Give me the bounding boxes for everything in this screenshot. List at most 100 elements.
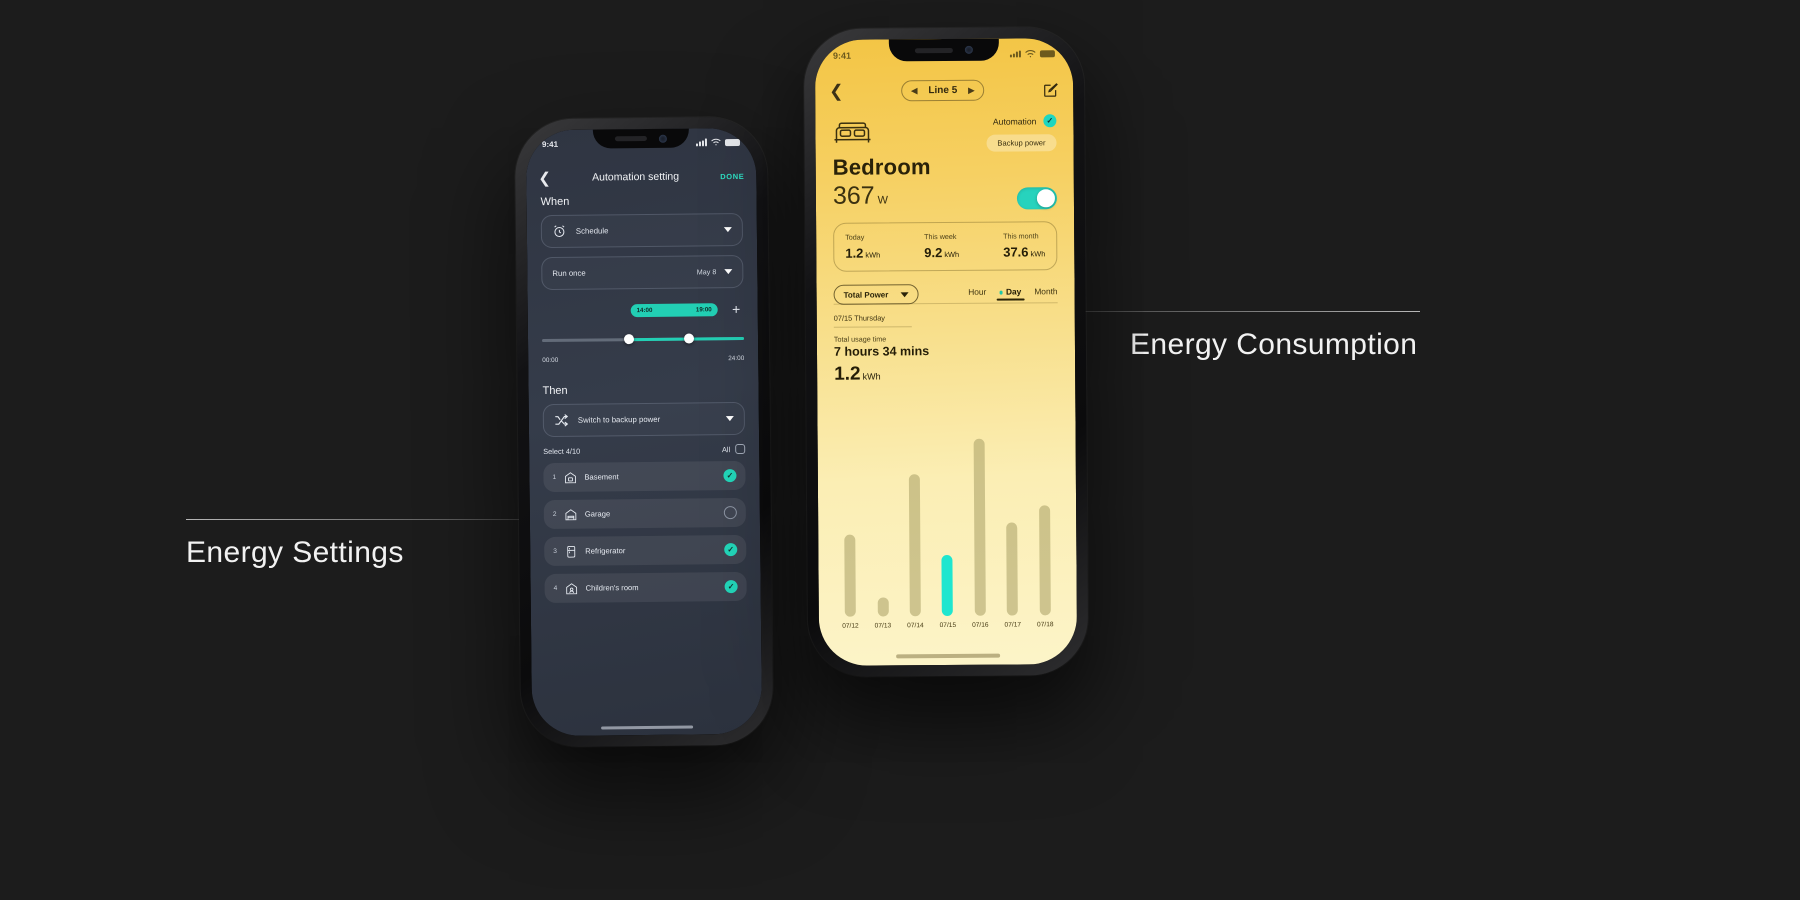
power-toggle[interactable] (1016, 187, 1058, 210)
trigger-schedule-label: Schedule (575, 226, 609, 236)
callout-label-energy-settings: Energy Settings (186, 536, 404, 569)
chart-bar-group[interactable]: 07/17 (997, 438, 1027, 629)
device-check-icon[interactable] (723, 506, 737, 520)
repeat-run-once-row[interactable]: Run once May 8 (541, 254, 744, 291)
wifi-icon (1025, 50, 1036, 58)
childrens-room-icon (566, 582, 578, 594)
chart-bar-group[interactable]: 07/13 (867, 439, 897, 630)
chart-bar[interactable] (908, 473, 921, 617)
tab-month[interactable]: Month (1034, 286, 1057, 300)
caret-down-icon[interactable] (723, 227, 732, 233)
automation-check-icon[interactable]: ✓ (1043, 114, 1057, 128)
done-button[interactable]: DONE (720, 171, 744, 180)
device-list-item[interactable]: 2 Garage (543, 497, 746, 530)
current-power-value: 367 W (833, 181, 888, 210)
slider-knob-start[interactable] (623, 334, 634, 345)
device-check-icon[interactable]: ✓ (723, 469, 737, 483)
action-label: Switch to backup power (577, 414, 661, 425)
back-chevron-icon[interactable]: ❮ (538, 169, 551, 186)
selected-date-label: 07/15 Thursday (833, 313, 912, 328)
settings-nav-bar: ❮ Automation setting DONE (526, 162, 756, 192)
battery-icon (724, 138, 741, 146)
trigger-schedule-row[interactable]: Schedule (540, 212, 744, 249)
device-check-icon[interactable]: ✓ (724, 543, 738, 557)
automation-status[interactable]: Automation ✓ (993, 114, 1057, 128)
back-chevron-icon[interactable]: ❮ (829, 81, 843, 100)
power-row: 367 W (833, 180, 1058, 211)
wifi-icon (711, 138, 721, 146)
time-range-slider[interactable]: 14:00 19:00 + 00:00 24:00 (542, 297, 745, 391)
callout-line-right (1046, 311, 1420, 312)
action-switch-backup-row[interactable]: Switch to backup power (542, 401, 746, 438)
slider-track[interactable] (542, 333, 745, 345)
select-all-control[interactable]: All (722, 443, 746, 455)
slider-knob-end[interactable] (684, 333, 695, 344)
tab-hour[interactable]: Hour (968, 287, 986, 301)
stat-unit: kWh (865, 250, 881, 260)
caret-down-icon[interactable] (725, 416, 734, 422)
callout-label-energy-consumption: Energy Consumption (1130, 328, 1418, 361)
chart-bar-group[interactable]: 07/15 (932, 439, 962, 629)
chart-x-label: 07/12 (842, 622, 859, 630)
chart-bar[interactable] (973, 438, 986, 616)
device-check-icon[interactable]: ✓ (724, 580, 738, 594)
garage-icon (565, 508, 577, 520)
stat-this-week: This week 9.2 kWh (924, 232, 959, 260)
battery-icon (1039, 50, 1055, 58)
device-index: 2 (552, 510, 557, 518)
refrigerator-icon (567, 545, 576, 558)
chart-x-label: 07/16 (972, 621, 989, 629)
stat-value: 1.2 kWh (845, 245, 881, 261)
prev-line-arrow-icon[interactable]: ◀ (911, 86, 917, 95)
device-name: Garage (584, 509, 611, 519)
metric-dropdown[interactable]: Total Power (833, 284, 919, 305)
status-time: 9:41 (832, 50, 851, 61)
chart-bar-group[interactable]: 07/18 (1029, 438, 1059, 628)
device-index: 1 (552, 473, 557, 481)
chart-bar-group[interactable]: 07/12 (835, 440, 865, 630)
next-line-arrow-icon[interactable]: ▶ (968, 85, 974, 94)
day-energy-unit: kWh (862, 371, 881, 382)
chart-bar-highlighted[interactable] (941, 555, 954, 617)
chart-bar[interactable] (1038, 505, 1051, 616)
device-list-item[interactable]: 1 Basement ✓ (543, 460, 746, 493)
screenshot-stage: Energy Settings Energy Consumption 9:41 (0, 0, 1800, 900)
bed-icon (834, 122, 871, 143)
energy-bar-chart[interactable]: 07/12 07/13 07/14 07/15 07/16 07/17 07/1… (835, 438, 1060, 630)
room-header-row: Automation ✓ Backup power (832, 114, 1057, 153)
chart-bar[interactable] (877, 597, 889, 617)
caret-down-icon[interactable] (900, 291, 909, 297)
tab-day[interactable]: Day (999, 286, 1021, 300)
repeat-label: Run once (552, 268, 586, 278)
stat-today: Today 1.2 kWh (845, 232, 881, 261)
device-list-item[interactable]: 4 Children's room ✓ (544, 571, 747, 604)
period-tabs: Hour Day Month (968, 286, 1058, 301)
active-dot-icon (999, 290, 1003, 295)
chart-bar[interactable] (1006, 522, 1019, 616)
line-selector[interactable]: ◀ Line 5 ▶ (901, 79, 985, 101)
stat-value: 37.6 kWh (1003, 244, 1046, 260)
chart-bar[interactable] (844, 534, 856, 617)
backup-power-badge[interactable]: Backup power (986, 134, 1057, 152)
metric-label: Total Power (843, 289, 889, 300)
device-name: Refrigerator (585, 546, 626, 556)
line-label: Line 5 (928, 84, 958, 96)
chart-bar-group[interactable]: 07/16 (964, 438, 994, 629)
chart-x-label: 07/15 (939, 621, 957, 630)
stat-this-month: This month 37.6 kWh (1003, 231, 1045, 259)
edit-pencil-icon[interactable] (1042, 81, 1059, 98)
usage-time-value: 7 hours 34 mins (833, 344, 930, 359)
caret-down-icon[interactable] (724, 269, 733, 275)
device-list-item[interactable]: 3 Refrigerator ✓ (544, 534, 747, 567)
chart-bar-group[interactable]: 07/14 (900, 439, 930, 629)
front-camera-icon (964, 45, 973, 54)
select-all-checkbox[interactable] (735, 443, 746, 455)
add-range-button[interactable]: + (729, 301, 744, 317)
stat-label: This month (1003, 231, 1039, 241)
chart-x-label: 07/18 (1036, 621, 1054, 629)
repeat-date-value: May 8 (696, 267, 717, 277)
stat-unit: kWh (1030, 249, 1046, 259)
phone-energy-consumption: 9:41 ❮ ◀ Line 5 ▶ Automation ✓ Backup po… (803, 27, 1089, 677)
tab-label: Day (1005, 286, 1022, 297)
when-heading: When (540, 195, 570, 209)
